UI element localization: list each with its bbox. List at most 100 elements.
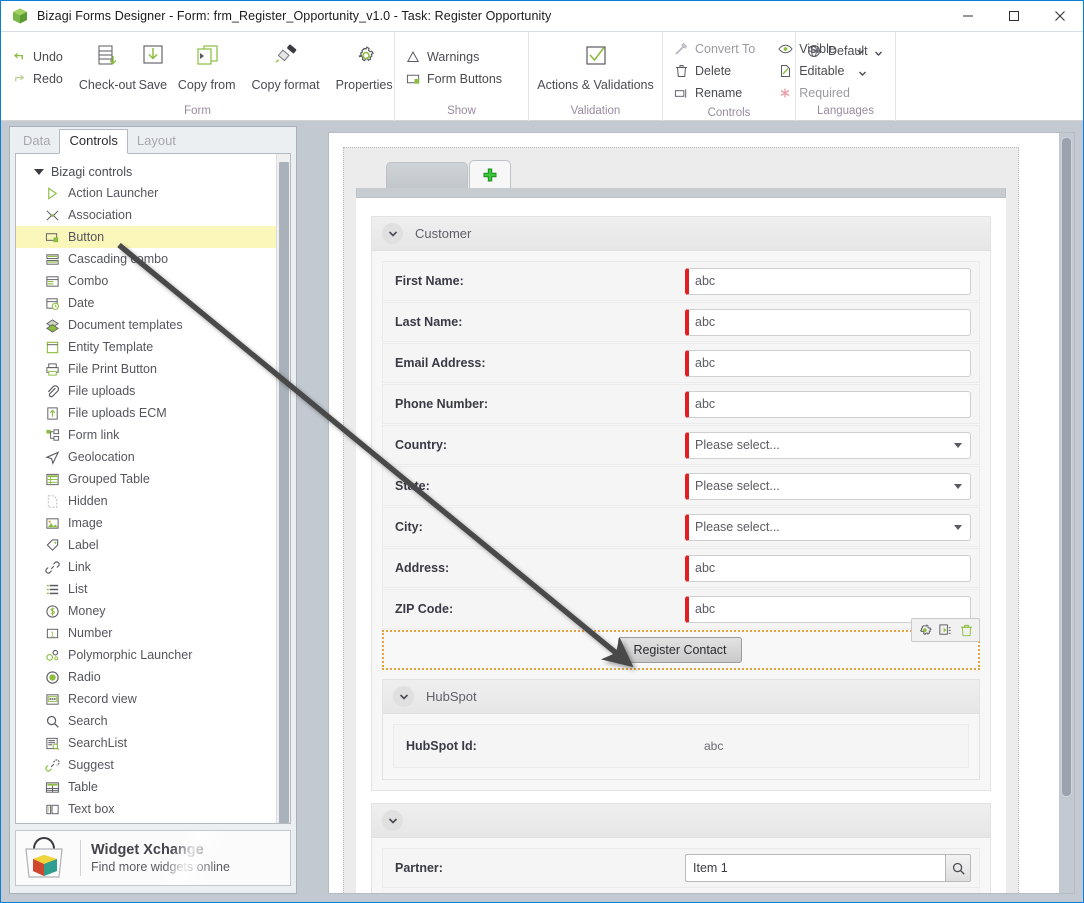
scrollbar-thumb[interactable] (1061, 137, 1072, 797)
table-row[interactable]: State: Please select... (382, 466, 980, 506)
controls-list[interactable]: Bizagi controls Action Launcher Associatio… (16, 154, 276, 823)
rename-button[interactable]: Rename (669, 82, 763, 104)
copy-icon[interactable] (937, 622, 954, 639)
chevron-down-icon[interactable] (954, 443, 962, 448)
control-item-entity-template[interactable]: Entity Template (16, 336, 276, 358)
control-item-money[interactable]: Money (16, 600, 276, 622)
table-row[interactable]: First Name: abc (382, 261, 980, 301)
control-item-polymorphic-launcher[interactable]: Polymorphic Launcher (16, 644, 276, 666)
table-row[interactable]: ZIP Code: abc (382, 589, 980, 629)
chevron-down-icon[interactable] (874, 47, 883, 56)
control-item-file-uploads[interactable]: File uploads (16, 380, 276, 402)
copy-format-button[interactable]: Copy format (244, 36, 328, 92)
table-row[interactable]: City: Please select... (382, 507, 980, 547)
partner-search-input[interactable]: Item 1 (685, 854, 971, 882)
control-item-searchlist[interactable]: SearchList (16, 732, 276, 754)
section-header-hubspot[interactable]: HubSpot (383, 680, 979, 714)
field-select[interactable]: Please select... (685, 513, 971, 541)
control-item-action-launcher[interactable]: Action Launcher (16, 182, 276, 204)
field-input[interactable]: abc (685, 554, 971, 582)
canvas-scrollbar[interactable] (1059, 133, 1074, 893)
control-item-text-box[interactable]: T Text box (16, 798, 276, 820)
warnings-button[interactable]: Warnings (401, 46, 510, 68)
add-page-tab[interactable] (469, 160, 511, 188)
control-item-association[interactable]: Association (16, 204, 276, 226)
delete-button[interactable]: Delete (669, 60, 763, 82)
control-item-hidden[interactable]: Hidden (16, 490, 276, 512)
chevron-down-icon[interactable] (382, 810, 403, 831)
minimize-button[interactable] (945, 1, 991, 31)
table-row[interactable]: Partner: Item 1 (382, 848, 980, 888)
tab-data[interactable]: Data (14, 130, 59, 153)
control-item-grouped-table[interactable]: Grouped Table (16, 468, 276, 490)
field-input[interactable]: abc (685, 308, 971, 336)
chevron-down-icon[interactable] (954, 525, 962, 530)
control-item-link[interactable]: Link (16, 556, 276, 578)
control-item-suggest[interactable]: Suggest (16, 754, 276, 776)
control-item-form-link[interactable]: Form link (16, 424, 276, 446)
control-item-cascading-combo[interactable]: Cascading combo (16, 248, 276, 270)
section-header-partner[interactable] (372, 804, 990, 838)
controls-group-label: Bizagi controls (51, 165, 133, 179)
control-item-search[interactable]: Search (16, 710, 276, 732)
form-design-area[interactable]: Customer First Name: abc Last Name: abc Emai… (343, 147, 1019, 893)
table-row[interactable]: Email Address: abc (382, 343, 980, 383)
chevron-down-icon[interactable] (954, 484, 962, 489)
partner-search-value[interactable]: Item 1 (685, 854, 945, 882)
register-contact-button[interactable]: Register Contact (618, 637, 742, 663)
widget-xchange-promo[interactable]: Widget Xchange Find more widgets online (15, 830, 291, 886)
field-input[interactable]: abc (685, 267, 971, 295)
table-row[interactable]: Address: abc (382, 889, 980, 893)
table-row[interactable]: Country: Please select... (382, 425, 980, 465)
control-item-file-uploads-ecm[interactable]: File uploads ECM (16, 402, 276, 424)
chevron-down-icon[interactable] (393, 686, 414, 707)
gear-icon[interactable] (916, 622, 933, 639)
convert-to-button[interactable]: Convert To (669, 38, 763, 60)
redo-button[interactable]: Redo (7, 68, 71, 90)
table-row[interactable]: Last Name: abc (382, 302, 980, 342)
field-select[interactable]: Please select... (685, 472, 971, 500)
controls-group-header[interactable]: Bizagi controls (16, 162, 276, 182)
field-input[interactable]: abc (685, 390, 971, 418)
form-button-row[interactable]: Register Contact (382, 618, 980, 670)
trash-icon[interactable] (958, 622, 975, 639)
form-buttons-button[interactable]: Form Buttons (401, 68, 510, 90)
control-item-document-templates[interactable]: Document templates (16, 314, 276, 336)
check-out-button[interactable]: Check-out (79, 36, 136, 92)
control-item-geolocation[interactable]: Geolocation (16, 446, 276, 468)
search-icon[interactable] (945, 854, 971, 882)
undo-button[interactable]: Undo (7, 46, 71, 68)
form-page-tab[interactable] (386, 162, 468, 188)
field-input[interactable]: abc (685, 349, 971, 377)
chevron-down-icon[interactable] (34, 169, 44, 175)
control-item-number[interactable]: 1 Number (16, 622, 276, 644)
copy-from-button[interactable]: Copy from (170, 36, 244, 92)
scrollbar-thumb[interactable] (279, 162, 289, 823)
control-item-list[interactable]: List (16, 578, 276, 600)
section-header-customer[interactable]: Customer (372, 217, 990, 251)
field-select[interactable]: Please select... (685, 431, 971, 459)
tab-controls[interactable]: Controls (59, 129, 128, 154)
form-buttons-icon (405, 71, 421, 87)
control-item-table[interactable]: Table (16, 776, 276, 798)
control-item-label[interactable]: Label (16, 534, 276, 556)
save-button[interactable]: Save (136, 36, 170, 92)
properties-button[interactable]: Properties (328, 36, 401, 92)
control-item-radio[interactable]: Radio (16, 666, 276, 688)
chevron-down-icon[interactable] (382, 223, 403, 244)
control-item-record-view[interactable]: Record view (16, 688, 276, 710)
control-item-button[interactable]: Button (16, 226, 276, 248)
maximize-button[interactable] (991, 1, 1037, 31)
controls-list-scrollbar[interactable] (276, 154, 290, 823)
table-row[interactable]: HubSpot Id: abc (393, 724, 969, 768)
close-button[interactable] (1037, 1, 1083, 31)
actions-validations-button[interactable]: Actions & Validations (529, 36, 662, 92)
table-row[interactable]: Address: abc (382, 548, 980, 588)
control-item-combo[interactable]: Combo (16, 270, 276, 292)
control-item-image[interactable]: Image (16, 512, 276, 534)
default-language-button[interactable]: Default (802, 40, 891, 62)
tab-layout[interactable]: Layout (128, 130, 185, 153)
table-row[interactable]: Phone Number: abc (382, 384, 980, 424)
control-item-file-print-button[interactable]: File Print Button (16, 358, 276, 380)
control-item-date[interactable]: Date (16, 292, 276, 314)
